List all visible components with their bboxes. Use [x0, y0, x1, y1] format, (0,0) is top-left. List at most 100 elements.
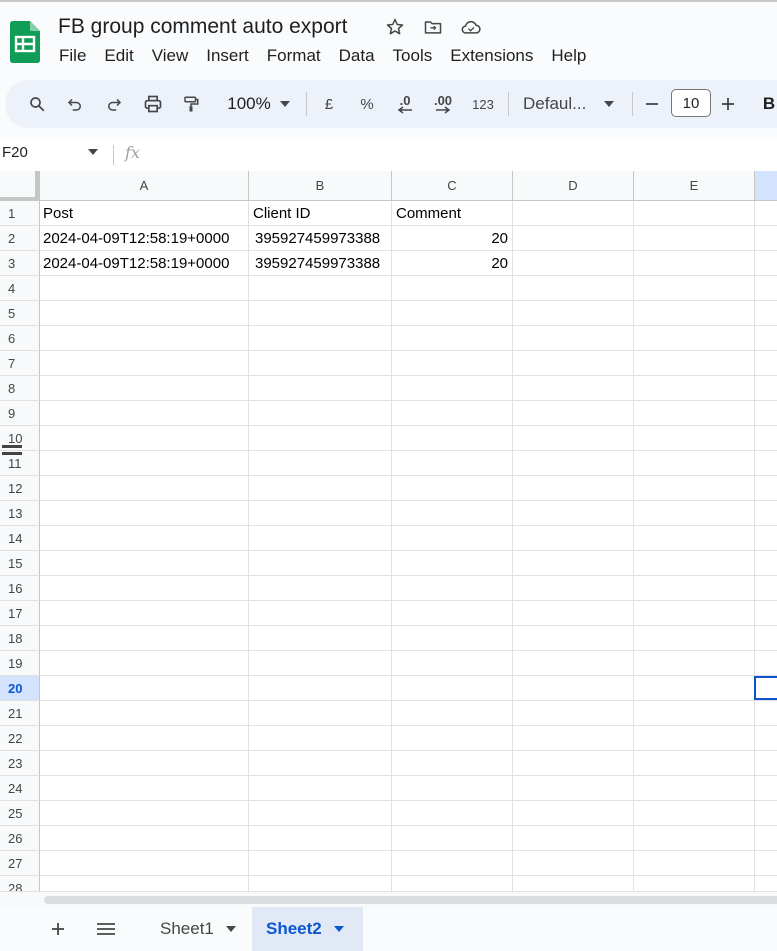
- row-header-18[interactable]: 18: [0, 626, 40, 651]
- column-header-a[interactable]: A: [40, 171, 249, 201]
- redo-icon[interactable]: [102, 80, 126, 128]
- document-title[interactable]: FB group comment auto export: [58, 13, 347, 41]
- increase-decimal-button[interactable]: .00: [429, 80, 457, 128]
- cell-c1[interactable]: Comment: [396, 201, 509, 226]
- column-header-d[interactable]: D: [513, 171, 634, 201]
- font-family-select[interactable]: Defaul...: [523, 80, 595, 128]
- grid-line: [40, 375, 777, 376]
- sheets-logo-icon[interactable]: [10, 21, 40, 63]
- currency-format-button[interactable]: £: [319, 80, 339, 128]
- cell-b2[interactable]: 395927459973388: [255, 226, 391, 251]
- sheet-tab-label: Sheet2: [266, 919, 322, 938]
- row-resize-handle[interactable]: [2, 452, 22, 455]
- row-header-12[interactable]: 12: [0, 476, 40, 501]
- grid-line: [40, 450, 777, 451]
- row-header-14[interactable]: 14: [0, 526, 40, 551]
- row-header-28[interactable]: 28: [0, 876, 40, 891]
- zoom-select[interactable]: 100%: [217, 80, 281, 128]
- menu-help[interactable]: Help: [542, 44, 595, 68]
- menu-insert[interactable]: Insert: [197, 44, 258, 68]
- row-header-23[interactable]: 23: [0, 751, 40, 776]
- menu-format[interactable]: Format: [258, 44, 330, 68]
- grid-line: [40, 675, 777, 676]
- row-header-21[interactable]: 21: [0, 701, 40, 726]
- spreadsheet-app: FB group comment auto export File Edit V…: [0, 0, 777, 951]
- bold-label: B: [762, 94, 776, 113]
- column-header-e[interactable]: E: [634, 171, 755, 201]
- font-caret-icon[interactable]: [601, 80, 617, 128]
- row-header-25[interactable]: 25: [0, 801, 40, 826]
- menu-file[interactable]: File: [50, 44, 95, 68]
- row-header-15[interactable]: 15: [0, 551, 40, 576]
- row-header-8[interactable]: 8: [0, 376, 40, 401]
- row-header-19[interactable]: 19: [0, 651, 40, 676]
- cell-b1[interactable]: Client ID: [253, 201, 388, 226]
- row-header-4[interactable]: 4: [0, 276, 40, 301]
- decrease-decimal-button[interactable]: .0: [393, 80, 417, 128]
- row-header-24[interactable]: 24: [0, 776, 40, 801]
- chevron-down-icon[interactable]: [225, 926, 236, 932]
- grid-line: [40, 700, 777, 701]
- menu-tools[interactable]: Tools: [384, 44, 442, 68]
- percent-format-button[interactable]: %: [357, 80, 377, 128]
- name-box-caret-icon[interactable]: [88, 149, 98, 155]
- row-header-27[interactable]: 27: [0, 851, 40, 876]
- grid-line: [40, 750, 777, 751]
- all-sheets-menu-icon[interactable]: [94, 907, 118, 951]
- paint-format-icon[interactable]: [179, 80, 203, 128]
- row-resize-handle[interactable]: [2, 445, 22, 448]
- move-folder-icon[interactable]: [422, 16, 444, 38]
- row-header-22[interactable]: 22: [0, 726, 40, 751]
- row-header-20[interactable]: 20: [0, 676, 40, 701]
- column-header-c[interactable]: C: [392, 171, 513, 201]
- cell-a3[interactable]: 2024-04-09T12:58:19+0000: [43, 251, 247, 276]
- chevron-down-icon[interactable]: [333, 926, 344, 932]
- undo-icon[interactable]: [63, 80, 87, 128]
- search-menus-icon[interactable]: [25, 80, 49, 128]
- grid-line: [40, 525, 777, 526]
- column-header-b[interactable]: B: [249, 171, 392, 201]
- font-size-input[interactable]: 10: [671, 89, 711, 117]
- row-header-5[interactable]: 5: [0, 301, 40, 326]
- row-header-1[interactable]: 1: [0, 201, 40, 226]
- horizontal-scrollbar-thumb[interactable]: [44, 896, 777, 904]
- cell-a2[interactable]: 2024-04-09T12:58:19+0000: [43, 226, 247, 251]
- row-header-3[interactable]: 3: [0, 251, 40, 276]
- star-icon[interactable]: [384, 16, 406, 38]
- column-header-f[interactable]: [755, 171, 777, 201]
- row-header-7[interactable]: 7: [0, 351, 40, 376]
- grid-line: [40, 475, 777, 476]
- decrease-font-size-icon[interactable]: [643, 80, 661, 128]
- menu-data[interactable]: Data: [330, 44, 384, 68]
- sheet-tab-sheet1[interactable]: Sheet1: [146, 907, 252, 951]
- zoom-caret-icon[interactable]: [277, 80, 293, 128]
- menu-view[interactable]: View: [143, 44, 198, 68]
- row-header-26[interactable]: 26: [0, 826, 40, 851]
- cell-c3[interactable]: 20: [396, 251, 508, 276]
- cell-a1[interactable]: Post: [43, 201, 243, 226]
- grid-line: [40, 825, 777, 826]
- row-header-17[interactable]: 17: [0, 601, 40, 626]
- sheet-grid[interactable]: A B C D E 1 2 3 4 5 6 7 8 9 10 11 12 13 14 15 16 17 18 19 2…: [0, 171, 777, 891]
- cloud-saved-icon[interactable]: [460, 16, 482, 38]
- menu-extensions[interactable]: Extensions: [441, 44, 542, 68]
- cell-c2[interactable]: 20: [396, 226, 508, 251]
- add-sheet-icon[interactable]: [46, 907, 70, 951]
- horizontal-scrollbar[interactable]: [40, 891, 777, 907]
- row-header-6[interactable]: 6: [0, 326, 40, 351]
- row-header-2[interactable]: 2: [0, 226, 40, 251]
- name-box[interactable]: F20: [2, 144, 28, 161]
- currency-symbol: £: [324, 95, 334, 113]
- sheet-tab-sheet2[interactable]: Sheet2: [252, 907, 363, 951]
- row-header-13[interactable]: 13: [0, 501, 40, 526]
- menu-edit[interactable]: Edit: [95, 44, 142, 68]
- more-formats-button[interactable]: 123: [469, 80, 497, 128]
- cell-b3[interactable]: 395927459973388: [255, 251, 391, 276]
- arrow-right-icon: [436, 105, 451, 114]
- increase-font-size-icon[interactable]: [719, 80, 737, 128]
- row-header-9[interactable]: 9: [0, 401, 40, 426]
- bold-button[interactable]: B: [761, 80, 777, 128]
- print-icon[interactable]: [141, 80, 165, 128]
- row-header-16[interactable]: 16: [0, 576, 40, 601]
- active-cell-selection[interactable]: [754, 676, 777, 700]
